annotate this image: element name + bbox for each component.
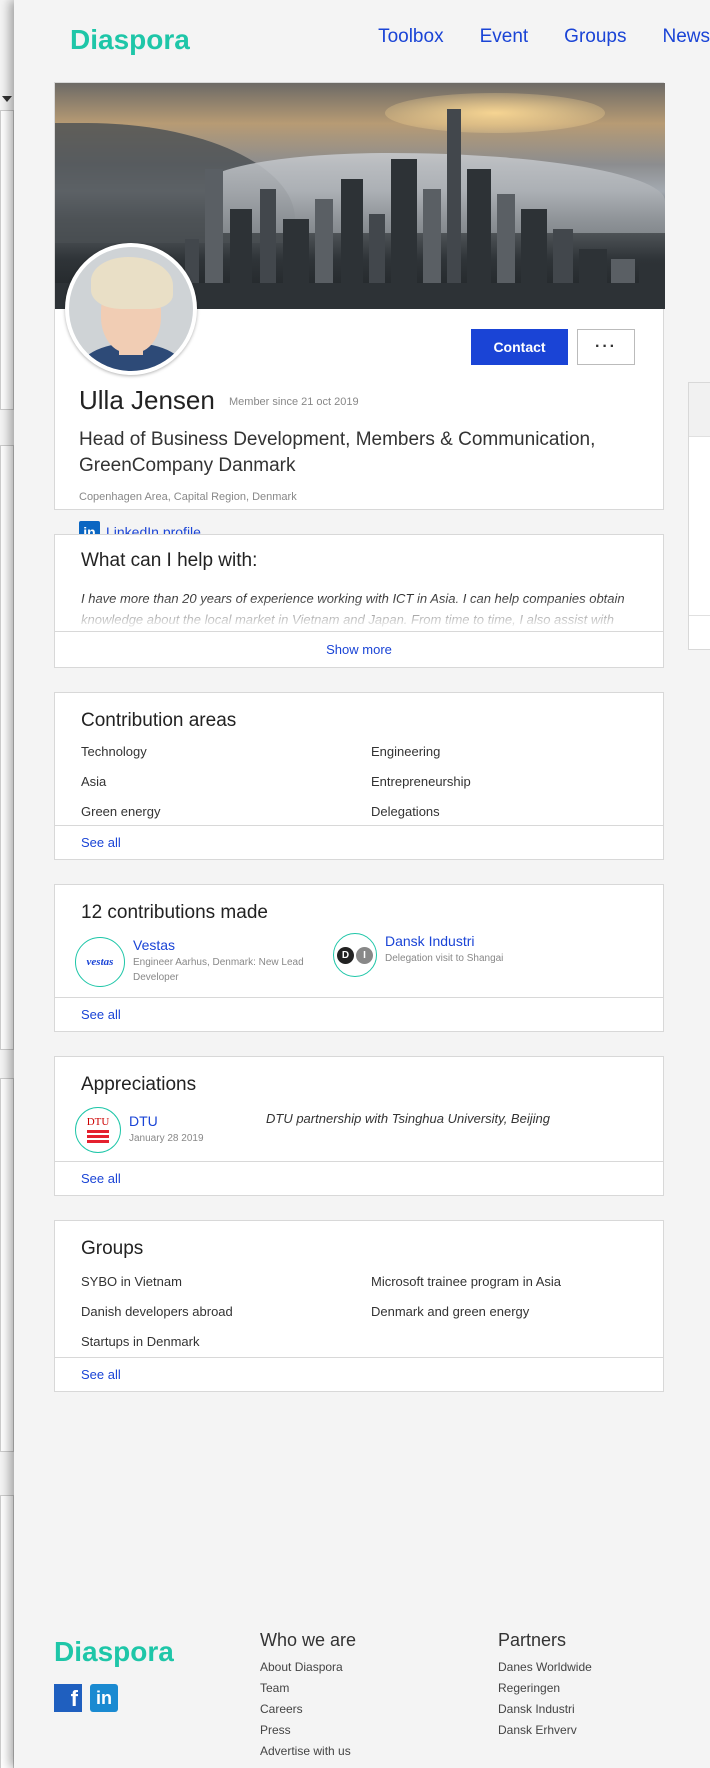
footer-link[interactable]: Regeringen xyxy=(498,1678,592,1699)
list-item: Engineering xyxy=(371,744,441,759)
more-options-button[interactable]: ··· xyxy=(577,329,635,365)
avatar xyxy=(65,243,197,375)
contribution-detail: Engineer Aarhus, Denmark: New Lead Devel… xyxy=(133,957,304,983)
profile-page: Diaspora Toolbox Event Groups News Conta… xyxy=(14,0,710,1768)
contribution-name[interactable]: Vestas xyxy=(133,937,315,953)
side-panel xyxy=(688,382,710,650)
see-all-link[interactable]: See all xyxy=(81,1007,121,1022)
dansk-industri-logo: D I xyxy=(333,933,377,977)
footer-link[interactable]: Careers xyxy=(260,1699,356,1720)
contribution-areas-heading: Contribution areas xyxy=(81,710,237,731)
see-all-bar: See all xyxy=(55,997,663,1031)
see-all-link[interactable]: See all xyxy=(81,1171,121,1186)
list-item: Technology xyxy=(81,744,147,759)
see-all-link[interactable]: See all xyxy=(81,1367,121,1382)
footer-link[interactable]: About Diaspora xyxy=(260,1657,356,1678)
footer-link[interactable]: Advertise with us xyxy=(260,1741,356,1762)
footer-heading: Who we are xyxy=(260,1630,357,1650)
footer-link[interactable]: Dansk Erhverv xyxy=(498,1720,592,1741)
footer-link[interactable]: Team xyxy=(260,1678,356,1699)
see-all-bar: See all xyxy=(55,1357,663,1391)
nav-toolbox[interactable]: Toolbox xyxy=(378,26,444,48)
contribution-detail: Delegation visit to Shangai xyxy=(385,953,504,964)
vestas-logo: vestas xyxy=(75,937,125,987)
appreciation-item[interactable]: DTU DTU January 28 2019 xyxy=(75,1107,275,1153)
appreciations-card: Appreciations DTU DTU January 28 2019 DT… xyxy=(54,1056,664,1196)
main-nav: Toolbox Event Groups News xyxy=(378,26,710,48)
footer-link[interactable]: Press xyxy=(260,1720,356,1741)
show-more-bar: Show more xyxy=(55,631,663,667)
social-links: f in xyxy=(54,1684,118,1712)
contact-button[interactable]: Contact xyxy=(471,329,568,365)
list-item: Delegations xyxy=(371,804,440,819)
groups-card: Groups SYBO in Vietnam Microsoft trainee… xyxy=(54,1220,664,1392)
nav-event[interactable]: Event xyxy=(480,26,529,48)
footer: Diaspora f in Who we are About Diaspora … xyxy=(14,1610,710,1768)
list-item: Green energy xyxy=(81,804,161,819)
help-heading: What can I help with: xyxy=(81,550,258,571)
list-item: Asia xyxy=(81,774,107,789)
profile-name: Ulla Jensen xyxy=(79,385,215,415)
group-item[interactable]: Denmark and green energy xyxy=(371,1303,641,1321)
contributions-heading: 12 contributions made xyxy=(81,902,268,923)
appreciation-quote: DTU partnership with Tsinghua University… xyxy=(266,1111,550,1126)
footer-logo[interactable]: Diaspora xyxy=(54,1636,174,1668)
help-card: What can I help with: I have more than 2… xyxy=(54,534,664,668)
group-item[interactable]: Danish developers abroad xyxy=(81,1303,371,1321)
member-since: Member since 21 oct 2019 xyxy=(229,396,359,408)
see-all-bar: See all xyxy=(55,825,663,859)
background-panel xyxy=(0,110,14,410)
footer-heading: Partners xyxy=(498,1630,567,1650)
groups-heading: Groups xyxy=(81,1238,144,1259)
show-more-link[interactable]: Show more xyxy=(326,642,392,657)
appreciation-date: January 28 2019 xyxy=(129,1133,204,1144)
group-item[interactable]: Microsoft trainee program in Asia xyxy=(371,1273,641,1291)
top-navigation: Diaspora Toolbox Event Groups News xyxy=(14,0,710,78)
dropdown-caret-icon xyxy=(2,96,12,102)
footer-col-partners: Partners Danes Worldwide Regeringen Dans… xyxy=(498,1630,592,1741)
contribution-name[interactable]: Dansk Industri xyxy=(385,933,503,949)
appreciation-name[interactable]: DTU xyxy=(129,1113,204,1129)
groups-list: SYBO in Vietnam Microsoft trainee progra… xyxy=(81,1273,641,1351)
nav-groups[interactable]: Groups xyxy=(564,26,626,48)
group-item[interactable]: SYBO in Vietnam xyxy=(81,1273,371,1291)
see-all-link[interactable]: See all xyxy=(81,835,121,850)
dtu-logo: DTU xyxy=(75,1107,121,1153)
contribution-areas-card: Contribution areas Technology Engineerin… xyxy=(54,692,664,860)
contribution-areas-list: Technology Engineering Asia Entrepreneur… xyxy=(81,743,641,821)
background-panel xyxy=(0,445,14,1050)
appreciations-heading: Appreciations xyxy=(81,1074,197,1095)
contributions-card: 12 contributions made vestas Vestas Engi… xyxy=(54,884,664,1032)
group-item[interactable]: Startups in Denmark xyxy=(81,1333,371,1351)
nav-news[interactable]: News xyxy=(662,26,710,48)
see-all-bar: See all xyxy=(55,1161,663,1195)
facebook-icon[interactable]: f xyxy=(54,1684,82,1712)
profile-title: Head of Business Development, Members & … xyxy=(79,429,596,476)
footer-link[interactable]: Danes Worldwide xyxy=(498,1657,592,1678)
site-logo[interactable]: Diaspora xyxy=(70,24,190,56)
profile-card: Contact ··· Ulla Jensen Member since 21 … xyxy=(54,82,665,542)
background-panel xyxy=(0,1495,14,1768)
contribution-item[interactable]: D I Dansk Industri Delegation visit to S… xyxy=(333,933,633,977)
list-item: Entrepreneurship xyxy=(371,774,471,789)
contribution-item[interactable]: vestas Vestas Engineer Aarhus, Denmark: … xyxy=(75,937,315,987)
footer-link[interactable]: Dansk Industri xyxy=(498,1699,592,1720)
profile-location: Copenhagen Area, Capital Region, Denmark xyxy=(79,491,297,503)
background-panel xyxy=(0,1078,14,1452)
footer-col-who-we-are: Who we are About Diaspora Team Careers P… xyxy=(260,1630,356,1762)
linkedin-icon[interactable]: in xyxy=(90,1684,118,1712)
